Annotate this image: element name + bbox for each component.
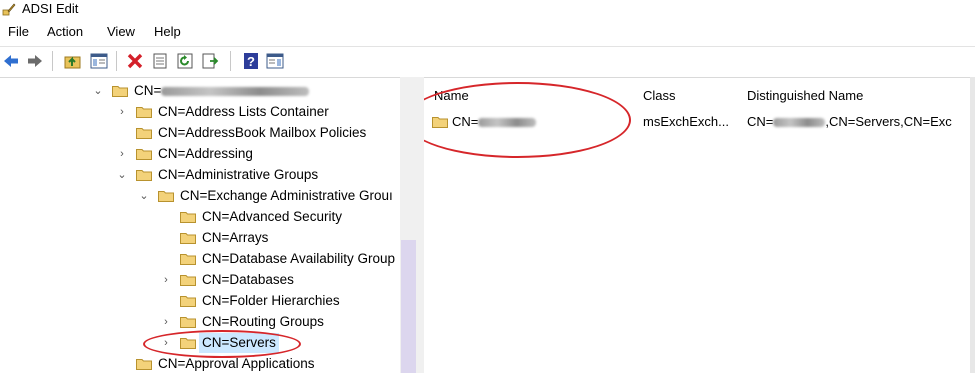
toolbar: ? [0, 46, 975, 75]
tree-item[interactable]: CN=Folder Hierarchies [0, 291, 400, 311]
chevron-right-icon[interactable]: › [116, 144, 128, 164]
tree-item[interactable]: CN=Advanced Security [0, 207, 400, 227]
folder-icon [180, 317, 196, 328]
column-header-class[interactable]: Class [643, 88, 676, 103]
toolbar-separator [116, 51, 117, 71]
toolbar-separator [230, 51, 231, 71]
tree-item-label: CN=Address Lists Container [158, 104, 329, 119]
list-cell-dn: CN= ,CN=Servers,CN=Exc [747, 114, 952, 129]
title-bar: ADSI Edit [0, 0, 975, 20]
column-header-distinguished-name[interactable]: Distinguished Name [747, 88, 863, 103]
pane-border [970, 77, 975, 373]
up-folder-icon[interactable] [64, 52, 82, 70]
tree-item[interactable]: CN=AddressBook Mailbox Policies [0, 123, 400, 143]
tree-pane[interactable]: ⌄ CN= › CN=Address Lists Container CN=Ad… [0, 77, 400, 374]
menu-help[interactable]: Help [154, 24, 181, 39]
tree-item[interactable]: › CN=Addressing [0, 144, 400, 164]
export-list-icon[interactable] [201, 52, 219, 70]
window-title: ADSI Edit [22, 1, 79, 16]
tree-item-label: CN=AddressBook Mailbox Policies [158, 125, 367, 140]
tree-item-label: CN=Folder Hierarchies [202, 293, 340, 308]
list-pane[interactable]: Name Class Distinguished Name CN= msExch… [424, 77, 970, 374]
help-icon[interactable]: ? [242, 52, 260, 70]
folder-icon [136, 359, 152, 370]
tree-item-label: CN=Addressing [158, 146, 253, 161]
folder-icon [136, 170, 152, 181]
properties-icon[interactable] [151, 52, 169, 70]
redacted-text [773, 118, 826, 128]
folder-icon [180, 275, 196, 286]
pane-splitter[interactable] [417, 77, 424, 373]
menu-bar: File Action View Help [0, 20, 975, 44]
redacted-text [161, 86, 310, 96]
tree-item[interactable]: › CN=Databases [0, 270, 400, 290]
tree-item[interactable]: CN=Database Availability Group [0, 249, 400, 269]
show-hide-action-pane-icon[interactable] [266, 52, 284, 70]
folder-icon [136, 107, 152, 118]
tree-item[interactable]: CN=Arrays [0, 228, 400, 248]
annotation-ellipse [143, 330, 301, 358]
menu-view[interactable]: View [107, 24, 135, 39]
annotation-ellipse [424, 82, 631, 158]
tree-item-label: CN=Administrative Groups [158, 167, 319, 182]
tree-item[interactable]: ⌄ CN=Administrative Groups [0, 165, 400, 185]
chevron-down-icon[interactable]: ⌄ [92, 81, 104, 101]
folder-icon [136, 149, 152, 160]
folder-icon [180, 212, 196, 223]
chevron-right-icon[interactable]: › [116, 102, 128, 122]
tree-item[interactable]: ⌄ CN=Exchange Administrative Grouı [0, 186, 400, 206]
list-cell-class: msExchExch... [643, 114, 729, 129]
adsi-edit-icon [2, 3, 16, 16]
tree-item-label: CN= [134, 81, 310, 101]
tree-item-root[interactable]: ⌄ CN= [0, 81, 400, 101]
tree-item-label: CN=Advanced Security [202, 209, 342, 224]
tree-item-label: CN=Routing Groups [202, 314, 324, 329]
tree-item-label: CN=Database Availability Group [202, 251, 395, 266]
tree-item-label: CN=Arrays [202, 230, 269, 245]
chevron-down-icon[interactable]: ⌄ [116, 165, 128, 185]
toolbar-separator [52, 51, 53, 71]
back-arrow-icon[interactable] [2, 52, 20, 70]
folder-icon [180, 233, 196, 244]
chevron-right-icon[interactable]: › [160, 312, 172, 332]
folder-icon [136, 128, 152, 139]
tree-item-label: CN=Databases [202, 272, 294, 287]
menu-file[interactable]: File [8, 24, 29, 39]
tree-scrollbar[interactable] [400, 77, 417, 373]
folder-icon [112, 86, 128, 97]
tree-item-label: CN=Exchange Administrative Grouı [180, 188, 393, 203]
folder-icon [180, 296, 196, 307]
menu-action[interactable]: Action [47, 24, 83, 39]
scrollbar-thumb[interactable] [401, 240, 416, 373]
svg-text:?: ? [247, 54, 255, 69]
chevron-down-icon[interactable]: ⌄ [138, 186, 150, 206]
chevron-right-icon[interactable]: › [160, 270, 172, 290]
refresh-icon[interactable] [176, 52, 194, 70]
show-hide-tree-icon[interactable] [90, 52, 108, 70]
tree-item[interactable]: › CN=Routing Groups [0, 312, 400, 332]
folder-icon [180, 254, 196, 265]
delete-icon[interactable] [126, 52, 144, 70]
folder-icon [158, 191, 174, 202]
forward-arrow-icon[interactable] [26, 52, 44, 70]
tree-item[interactable]: › CN=Address Lists Container [0, 102, 400, 122]
